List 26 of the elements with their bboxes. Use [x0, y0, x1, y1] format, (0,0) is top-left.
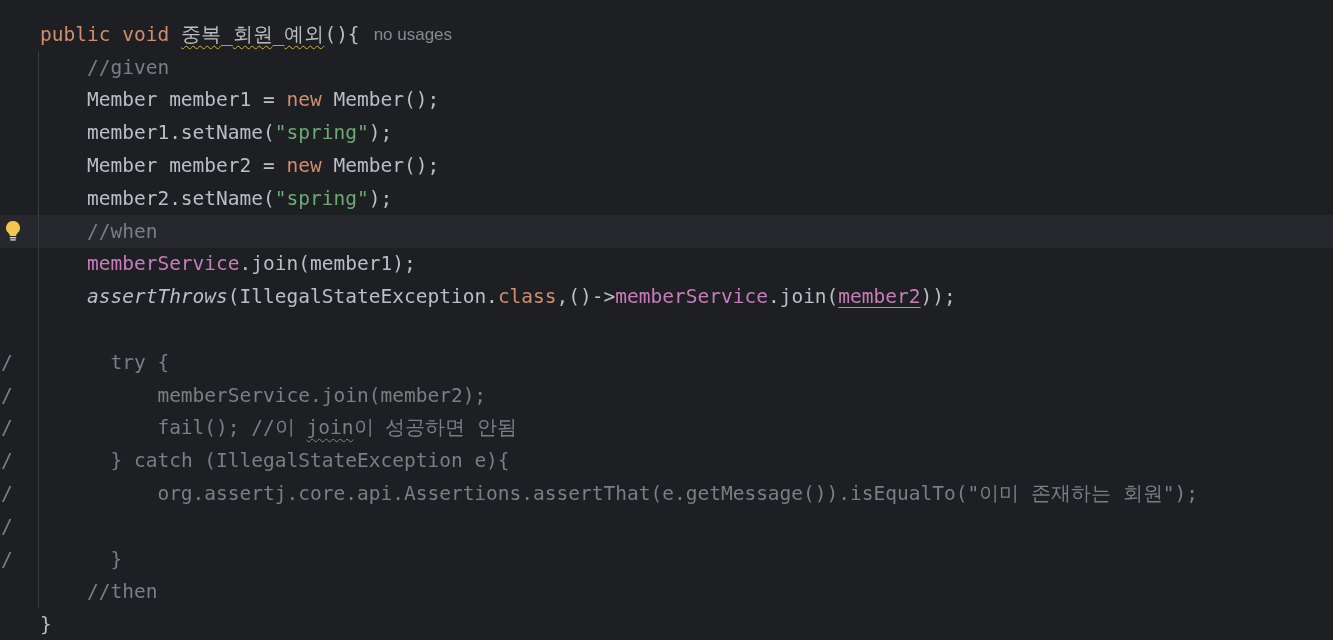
comment-marker: /	[1, 546, 13, 573]
code-line: member1.setName("spring");	[85, 120, 393, 147]
code-line: fail(); //이 join 이 성공하면 안됨	[156, 415, 517, 442]
code-line: org.assertj.core.api.Assertions.assertThat(e.getMessage()).isEqualTo("이미 존재하는 회원");	[156, 480, 1198, 507]
usage-hint[interactable]: no usages	[373, 21, 453, 48]
comment-marker: /	[1, 480, 13, 507]
code-line: }	[40, 612, 52, 639]
code-line: }	[109, 546, 123, 573]
code-line: memberService.join(member2);	[156, 382, 487, 409]
code-line: //given	[85, 54, 170, 81]
comment-marker: /	[1, 448, 13, 475]
code-line: Member member1 = new Member();	[85, 87, 440, 114]
comment-marker: /	[1, 513, 13, 540]
lightbulb-icon[interactable]	[5, 220, 21, 243]
code-line: member2.setName("spring");	[85, 185, 393, 212]
code-line: } catch (IllegalStateException e){	[109, 448, 510, 475]
code-line: public void 중복_회원_예외(){	[40, 21, 360, 48]
code-line: //when	[85, 218, 158, 245]
code-line: try {	[109, 349, 170, 376]
code-line: memberService.join(member1);	[85, 251, 416, 278]
comment-marker: /	[1, 415, 13, 442]
comment-marker: /	[1, 382, 13, 409]
code-line: //then	[85, 579, 158, 606]
code-line: assertThrows(IllegalStateException.class,()->memberService.join(member2));	[85, 284, 956, 311]
code-line: Member member2 = new Member();	[85, 152, 440, 179]
comment-marker: /	[1, 349, 13, 376]
